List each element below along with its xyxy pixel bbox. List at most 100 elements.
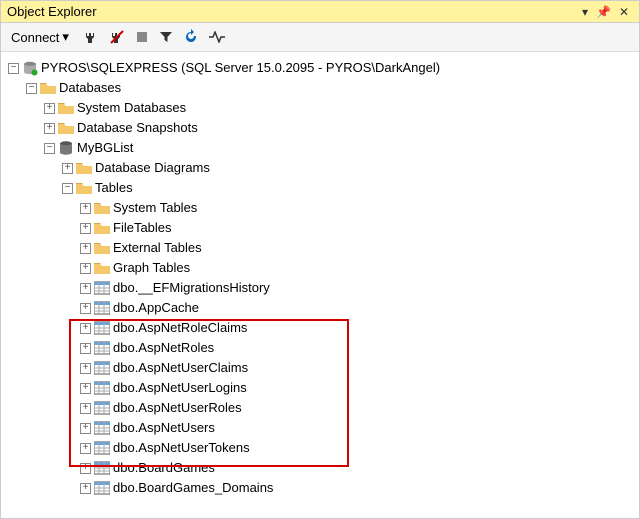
folder-icon — [94, 260, 110, 276]
table-label: dbo.__EFMigrationsHistory — [113, 278, 270, 298]
tree-container: − PYROS\SQLEXPRESS (SQL Server 15.0.2095… — [1, 52, 639, 504]
disconnect-plug-icon[interactable] — [109, 29, 125, 45]
object-explorer-panel: Object Explorer ▾ 📌 ✕ Connect ▾ — [0, 0, 640, 519]
table-node[interactable]: + dbo.AspNetUserClaims — [5, 358, 635, 378]
external-tables-label: External Tables — [113, 238, 202, 258]
activity-monitor-icon[interactable] — [209, 31, 225, 43]
filetables-node[interactable]: + FileTables — [5, 218, 635, 238]
expand-icon[interactable]: + — [80, 223, 91, 234]
refresh-icon[interactable] — [183, 29, 199, 45]
table-icon — [94, 400, 110, 416]
expand-icon[interactable]: + — [80, 323, 91, 334]
databases-node[interactable]: − Databases — [5, 78, 635, 98]
chevron-down-icon: ▾ — [62, 29, 69, 45]
table-icon — [94, 280, 110, 296]
database-diagrams-label: Database Diagrams — [95, 158, 210, 178]
database-snapshots-node[interactable]: + Database Snapshots — [5, 118, 635, 138]
table-node[interactable]: + dbo.AspNetUserRoles — [5, 398, 635, 418]
table-icon — [94, 460, 110, 476]
system-databases-label: System Databases — [77, 98, 186, 118]
table-label: dbo.AspNetUserClaims — [113, 358, 248, 378]
expand-icon[interactable]: + — [44, 123, 55, 134]
server-icon — [22, 60, 38, 76]
expand-icon[interactable]: + — [62, 163, 73, 174]
expand-icon[interactable]: + — [80, 283, 91, 294]
server-label: PYROS\SQLEXPRESS (SQL Server 15.0.2095 -… — [41, 58, 440, 78]
connect-plug-icon[interactable] — [83, 29, 99, 45]
folder-icon — [76, 160, 92, 176]
table-node[interactable]: + dbo.AspNetUserTokens — [5, 438, 635, 458]
filter-icon[interactable] — [159, 30, 173, 44]
expand-icon[interactable]: + — [80, 423, 91, 434]
table-node[interactable]: + dbo.__EFMigrationsHistory — [5, 278, 635, 298]
table-node[interactable]: + dbo.AspNetRoleClaims — [5, 318, 635, 338]
system-tables-node[interactable]: + System Tables — [5, 198, 635, 218]
mybglist-node[interactable]: − MyBGList — [5, 138, 635, 158]
collapse-icon[interactable]: − — [62, 183, 73, 194]
external-tables-node[interactable]: + External Tables — [5, 238, 635, 258]
connect-button[interactable]: Connect ▾ — [7, 27, 73, 47]
expand-icon[interactable]: + — [80, 243, 91, 254]
database-icon — [58, 140, 74, 156]
table-label: dbo.AppCache — [113, 298, 199, 318]
folder-icon — [94, 200, 110, 216]
expand-icon[interactable]: + — [80, 383, 91, 394]
expand-icon[interactable]: + — [80, 343, 91, 354]
table-icon — [94, 420, 110, 436]
collapse-icon[interactable]: − — [8, 63, 19, 74]
expand-icon[interactable]: + — [80, 363, 91, 374]
table-label: dbo.BoardGames — [113, 458, 215, 478]
table-label: dbo.AspNetRoleClaims — [113, 318, 247, 338]
folder-icon — [58, 120, 74, 136]
databases-label: Databases — [59, 78, 121, 98]
tables-label: Tables — [95, 178, 133, 198]
pin-icon[interactable]: 📌 — [592, 5, 615, 19]
table-label: dbo.BoardGames_Domains — [113, 478, 273, 498]
titlebar: Object Explorer ▾ 📌 ✕ — [1, 1, 639, 23]
table-label: dbo.AspNetUserTokens — [113, 438, 250, 458]
expand-icon[interactable]: + — [80, 483, 91, 494]
folder-icon — [94, 240, 110, 256]
expand-icon[interactable]: + — [44, 103, 55, 114]
stop-icon[interactable] — [135, 30, 149, 44]
expand-icon[interactable]: + — [80, 403, 91, 414]
mybglist-label: MyBGList — [77, 138, 133, 158]
table-label: dbo.AspNetUserRoles — [113, 398, 242, 418]
expand-icon[interactable]: + — [80, 443, 91, 454]
graph-tables-node[interactable]: + Graph Tables — [5, 258, 635, 278]
collapse-icon[interactable]: − — [44, 143, 55, 154]
table-node[interactable]: + dbo.AspNetUserLogins — [5, 378, 635, 398]
system-databases-node[interactable]: + System Databases — [5, 98, 635, 118]
server-node[interactable]: − PYROS\SQLEXPRESS (SQL Server 15.0.2095… — [5, 58, 635, 78]
expand-icon[interactable]: + — [80, 463, 91, 474]
folder-icon — [76, 180, 92, 196]
window-menu-icon[interactable]: ▾ — [578, 5, 592, 19]
table-node[interactable]: + dbo.BoardGames — [5, 458, 635, 478]
table-icon — [94, 300, 110, 316]
table-label: dbo.AspNetRoles — [113, 338, 214, 358]
table-node[interactable]: + dbo.AspNetUsers — [5, 418, 635, 438]
expand-icon[interactable]: + — [80, 203, 91, 214]
table-node[interactable]: + dbo.BoardGames_Domains — [5, 478, 635, 498]
table-node[interactable]: + dbo.AspNetRoles — [5, 338, 635, 358]
close-icon[interactable]: ✕ — [615, 5, 633, 19]
table-node[interactable]: + dbo.AppCache — [5, 298, 635, 318]
folder-icon — [94, 220, 110, 236]
table-icon — [94, 340, 110, 356]
table-icon — [94, 360, 110, 376]
table-icon — [94, 440, 110, 456]
tables-node[interactable]: − Tables — [5, 178, 635, 198]
database-diagrams-node[interactable]: + Database Diagrams — [5, 158, 635, 178]
connect-label: Connect — [11, 30, 59, 45]
panel-title: Object Explorer — [7, 4, 578, 19]
expand-icon[interactable]: + — [80, 263, 91, 274]
toolbar: Connect ▾ — [1, 23, 639, 52]
collapse-icon[interactable]: − — [26, 83, 37, 94]
filetables-label: FileTables — [113, 218, 172, 238]
database-snapshots-label: Database Snapshots — [77, 118, 198, 138]
folder-icon — [40, 80, 56, 96]
folder-icon — [58, 100, 74, 116]
expand-icon[interactable]: + — [80, 303, 91, 314]
table-label: dbo.AspNetUsers — [113, 418, 215, 438]
tree[interactable]: − PYROS\SQLEXPRESS (SQL Server 15.0.2095… — [1, 52, 639, 504]
